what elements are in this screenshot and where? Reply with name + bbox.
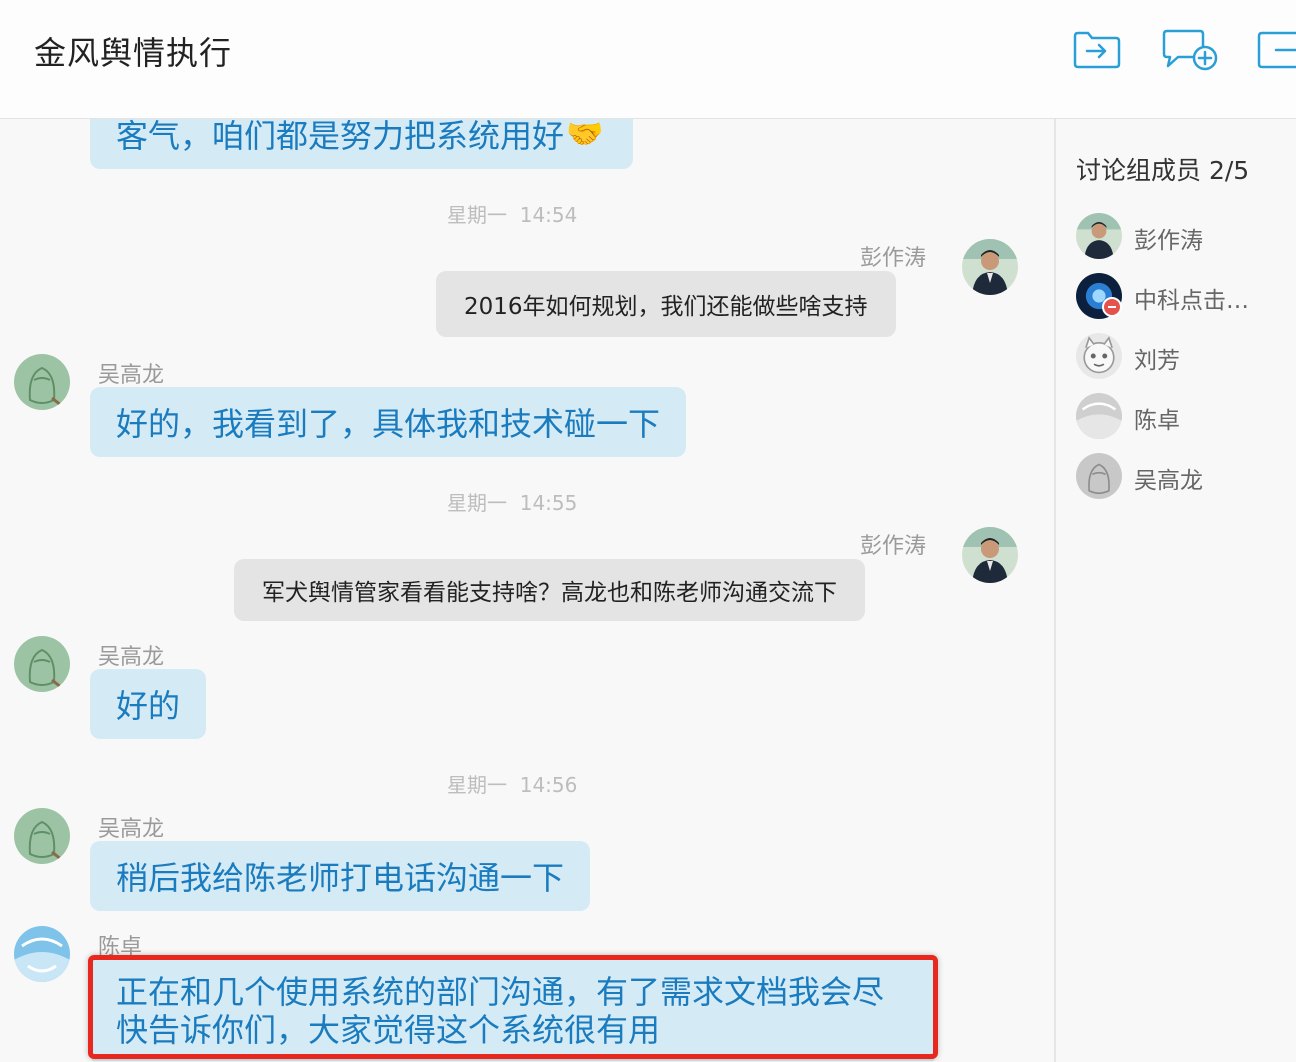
add-chat-icon [1162, 29, 1218, 71]
message-bubble: 军犬舆情管家看看能支持啥？高龙也和陈老师沟通交流下 [234, 559, 865, 621]
sender-name: 彭作涛 [860, 246, 927, 271]
message-text: 好的 [116, 687, 181, 725]
members-title: 讨论组成员 2/5 [1076, 156, 1250, 185]
member-item[interactable]: 陈卓 [1076, 393, 1286, 443]
message-bubble: 稍后我给陈老师打电话沟通一下 [90, 841, 591, 911]
sender-name: 吴高龙 [98, 363, 165, 388]
avatar-chenzhuo[interactable] [14, 926, 70, 982]
member-item[interactable]: 刘芳 [1076, 333, 1286, 383]
message-bubble: 客气，咱们都是努力把系统用好 🤝 [90, 119, 634, 169]
message-text: 军犬舆情管家看看能支持啥？高龙也和陈老师沟通交流下 [262, 580, 837, 606]
member-item[interactable]: 彭作涛 [1076, 213, 1286, 263]
member-name: 刘芳 [1134, 348, 1180, 374]
add-chat-button[interactable] [1160, 28, 1220, 72]
member-avatar [1076, 213, 1122, 259]
member-name: 中科点击… [1134, 288, 1249, 314]
avatar-pengzuotao[interactable] [962, 239, 1018, 295]
message-bubble: 好的，我看到了，具体我和技术碰一下 [90, 387, 687, 457]
message-bubble: 2016年如何规划，我们还能做些啥支持 [436, 271, 896, 337]
member-name: 陈卓 [1134, 408, 1180, 434]
message-list[interactable]: 客气，咱们都是努力把系统用好 🤝 星期一 14:54 彭作涛 2016年如何规划… [0, 119, 1054, 1062]
exit-icon [1257, 31, 1296, 69]
sender-name: 彭作涛 [860, 534, 927, 559]
member-item[interactable]: 中科点击… [1076, 273, 1286, 323]
member-avatar [1076, 333, 1122, 379]
folder-export-button[interactable] [1072, 28, 1122, 72]
member-item[interactable]: 吴高龙 [1076, 453, 1286, 503]
members-panel: 讨论组成员 2/5 彭作涛 中科点击… 刘芳 陈卓 吴高龙 [1056, 119, 1296, 1062]
folder-export-icon [1073, 31, 1121, 69]
message-bubble: 好的 [90, 669, 207, 739]
header-bar: 金风舆情执行 [0, 0, 1296, 119]
message-text: 稍后我给陈老师打电话沟通一下 [116, 859, 565, 897]
remove-member-icon[interactable] [1102, 297, 1122, 317]
message-text: 客气，咱们都是努力把系统用好 [116, 119, 565, 155]
timestamp: 星期一 14:56 [447, 773, 578, 797]
timestamp: 星期一 14:54 [447, 203, 578, 227]
handshake-emoji: 🤝 [566, 119, 604, 152]
chat-window: 金风舆情执行 客气，咱们都是努力把系统用好 🤝 星期一 14:54 彭作涛 20… [0, 0, 1296, 1062]
avatar-pengzuotao[interactable] [962, 527, 1018, 583]
timestamp: 星期一 14:55 [447, 491, 578, 515]
exit-button[interactable] [1256, 28, 1296, 72]
member-name: 吴高龙 [1134, 468, 1203, 494]
highlight-box [88, 955, 938, 1059]
chat-title: 金风舆情执行 [34, 34, 233, 72]
sender-name: 吴高龙 [98, 817, 165, 842]
member-name: 彭作涛 [1134, 228, 1203, 254]
message-text: 2016年如何规划，我们还能做些啥支持 [464, 294, 868, 320]
avatar-wugaolong[interactable] [14, 636, 70, 692]
member-avatar [1076, 453, 1122, 499]
message-text: 好的，我看到了，具体我和技术碰一下 [116, 405, 661, 443]
sender-name: 吴高龙 [98, 645, 165, 670]
avatar-wugaolong[interactable] [14, 354, 70, 410]
avatar-wugaolong[interactable] [14, 808, 70, 864]
member-avatar [1076, 393, 1122, 439]
